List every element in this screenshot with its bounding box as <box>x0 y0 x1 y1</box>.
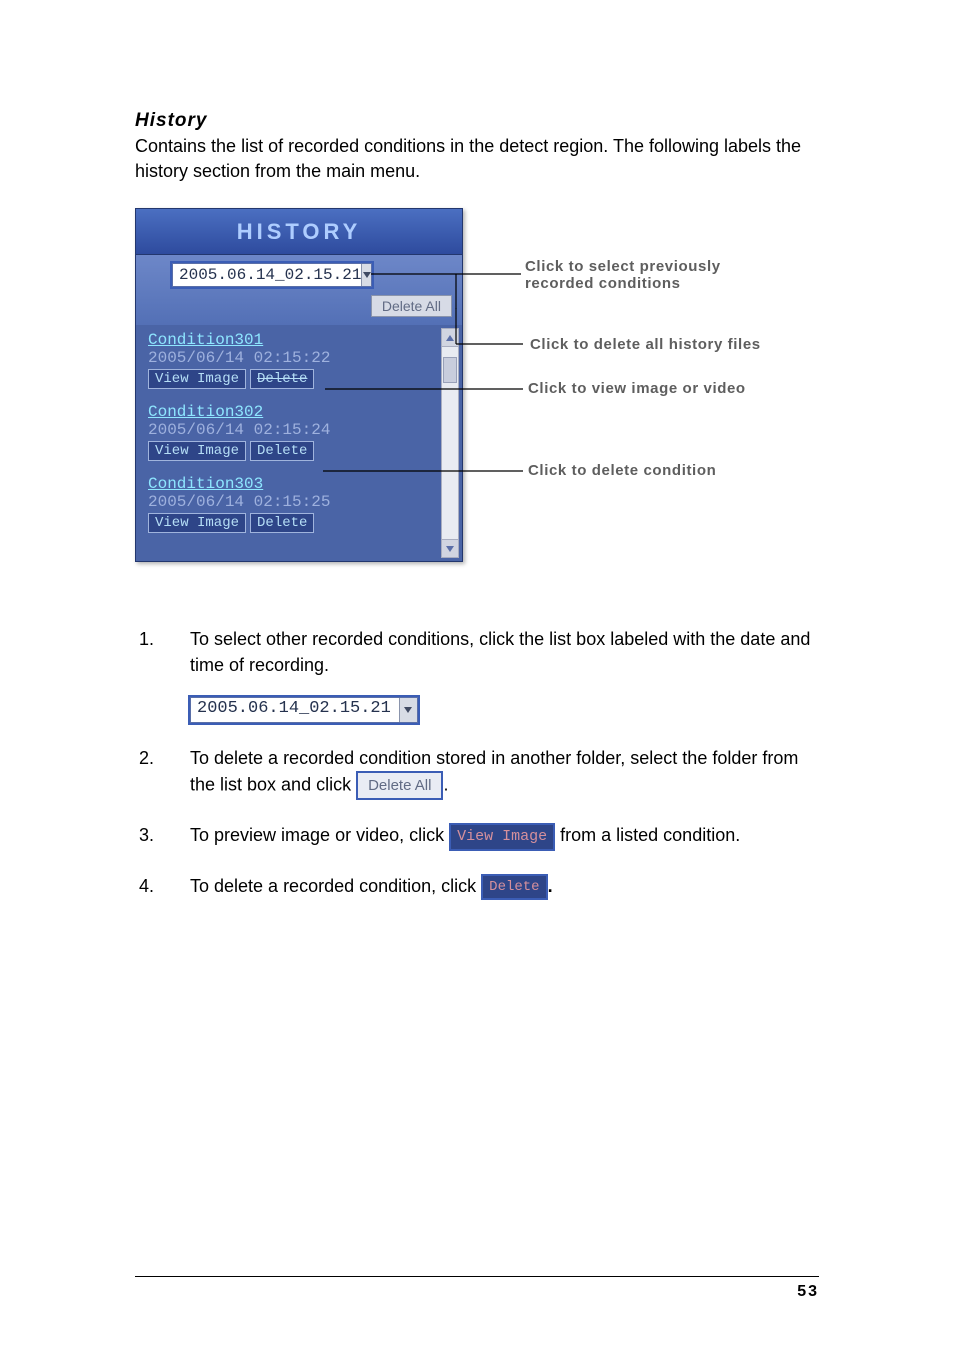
condition-link[interactable]: Condition302 <box>148 403 438 421</box>
dropdown-arrow-icon[interactable] <box>399 698 417 722</box>
instructions-list: To select other recorded conditions, cli… <box>135 626 819 900</box>
scroll-track[interactable] <box>442 347 458 539</box>
view-image-inline-button[interactable]: View Image <box>449 823 555 851</box>
view-image-button[interactable]: View Image <box>148 369 246 389</box>
page-footer: 53 <box>135 1276 819 1301</box>
callout-delete-all: Click to delete all history files <box>530 336 761 353</box>
callout-view: Click to view image or video <box>528 380 746 397</box>
step-2-text-a: To delete a recorded condition stored in… <box>190 748 798 795</box>
condition-link[interactable]: Condition303 <box>148 475 438 493</box>
delete-all-inline-button[interactable]: Delete All <box>356 771 443 801</box>
history-diagram: HISTORY 2005.06.14_02.15.21 Delete All C… <box>135 208 819 598</box>
page-number: 53 <box>797 1283 819 1300</box>
view-image-button[interactable]: View Image <box>148 513 246 533</box>
history-item: Condition301 2005/06/14 02:15:22 View Im… <box>148 331 438 389</box>
connector-line <box>325 388 523 390</box>
history-select[interactable]: 2005.06.14_02.15.21 <box>172 263 372 287</box>
step-3-text-b: from a listed condition. <box>560 825 740 845</box>
delete-button[interactable]: Delete <box>250 441 314 461</box>
callout-delete: Click to delete condition <box>528 462 716 479</box>
connector-line <box>323 470 523 472</box>
condition-timestamp: 2005/06/14 02:15:24 <box>148 421 438 439</box>
connector-line <box>433 308 523 348</box>
history-list: Condition301 2005/06/14 02:15:22 View Im… <box>136 325 462 561</box>
delete-button[interactable]: Delete <box>250 369 314 389</box>
condition-link[interactable]: Condition301 <box>148 331 438 349</box>
inline-select-value: 2005.06.14_02.15.21 <box>197 697 391 722</box>
delete-button[interactable]: Delete <box>250 513 314 533</box>
history-panel: HISTORY 2005.06.14_02.15.21 Delete All C… <box>135 208 463 562</box>
step-4-text-b: . <box>548 876 553 896</box>
history-select-value: 2005.06.14_02.15.21 <box>179 266 361 284</box>
delete-inline-button[interactable]: Delete <box>481 874 547 900</box>
view-image-button[interactable]: View Image <box>148 441 246 461</box>
scroll-thumb[interactable] <box>443 357 457 383</box>
step-2-text-b: . <box>443 774 448 794</box>
list-item: To preview image or video, click View Im… <box>135 822 819 850</box>
condition-timestamp: 2005/06/14 02:15:22 <box>148 349 438 367</box>
list-item: To delete a recorded condition, click De… <box>135 873 819 900</box>
history-item: Condition302 2005/06/14 02:15:24 View Im… <box>148 403 438 461</box>
step-4-text-a: To delete a recorded condition, click <box>190 876 481 896</box>
history-panel-title: HISTORY <box>136 209 462 255</box>
scroll-down-icon[interactable] <box>442 539 458 557</box>
list-item: To delete a recorded condition stored in… <box>135 745 819 801</box>
step-1-text: To select other recorded conditions, cli… <box>190 629 810 675</box>
inline-select-example[interactable]: 2005.06.14_02.15.21 <box>190 697 418 723</box>
section-heading: History <box>135 110 819 132</box>
scrollbar[interactable] <box>441 328 459 558</box>
step-3-text-a: To preview image or video, click <box>190 825 449 845</box>
connector-line <box>371 274 521 304</box>
list-item: To select other recorded conditions, cli… <box>135 626 819 722</box>
condition-timestamp: 2005/06/14 02:15:25 <box>148 493 438 511</box>
dropdown-arrow-icon[interactable] <box>361 264 371 286</box>
intro-text: Contains the list of recorded conditions… <box>135 134 819 184</box>
history-item: Condition303 2005/06/14 02:15:25 View Im… <box>148 475 438 533</box>
callout-select: Click to select previously recorded cond… <box>525 258 785 292</box>
